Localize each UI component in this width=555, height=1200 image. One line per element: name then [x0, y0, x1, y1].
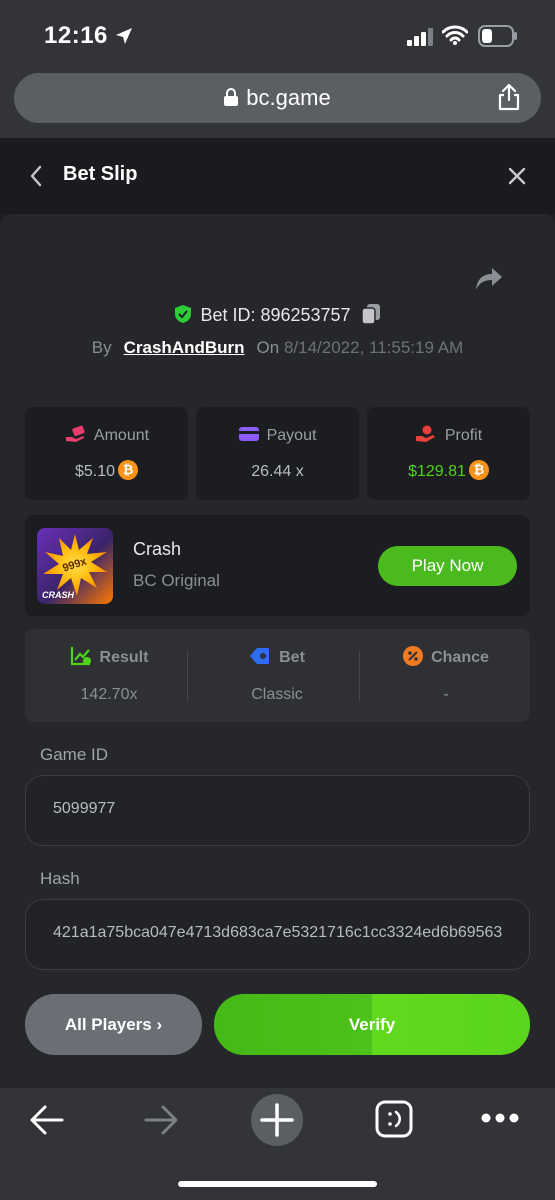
bet-id: Bet ID: 896253757 — [200, 305, 351, 325]
page-title: Bet Slip — [63, 163, 138, 185]
battery-icon — [478, 25, 517, 47]
profit-label: Profit — [444, 427, 483, 444]
payout-label: Payout — [266, 427, 317, 444]
cellular-signal-icon — [407, 28, 433, 46]
bitcoin-icon: ₿ — [468, 460, 489, 481]
status-time: 12:16 — [44, 22, 108, 49]
lock-icon — [224, 88, 239, 107]
game-subtitle: BC Original — [133, 571, 220, 590]
percent-icon — [403, 646, 424, 667]
result-label: Result — [99, 649, 149, 666]
result-panel: Result 142.70x Bet Classic Chance - — [25, 629, 530, 722]
profit-hand-icon — [415, 425, 435, 443]
profit-value: $129.81 — [408, 463, 466, 480]
forward-arrow-icon[interactable] — [142, 1102, 180, 1138]
location-arrow-icon — [116, 28, 132, 44]
bet-tag-icon — [250, 648, 270, 665]
thumb-title: CRASH — [42, 590, 75, 600]
play-now-button[interactable]: Play Now — [378, 546, 517, 586]
more-icon[interactable] — [480, 1112, 520, 1124]
back-chevron-icon[interactable] — [28, 164, 44, 188]
browser-top-chrome: 12:16 bc.game — [0, 0, 555, 138]
copy-icon[interactable] — [360, 303, 381, 325]
shield-check-icon — [175, 305, 192, 324]
divider — [187, 651, 188, 701]
username-link[interactable]: CrashAndBurn — [124, 338, 245, 357]
result-value: 142.70x — [80, 686, 138, 703]
chance-value: - — [443, 686, 449, 703]
back-arrow-icon[interactable] — [28, 1102, 66, 1138]
bet-label: Bet — [279, 649, 305, 666]
profit-box: Profit $129.81 ₿ — [367, 407, 530, 500]
chance-column: Chance - — [362, 629, 530, 722]
bet-column: Bet Classic — [193, 629, 361, 722]
new-tab-plus-icon[interactable] — [251, 1094, 303, 1146]
wallet-icon — [238, 427, 259, 442]
on-label: On — [256, 338, 280, 357]
share-icon[interactable] — [497, 83, 521, 111]
game-card: 999x CRASH Crash BC Original Play Now — [25, 515, 530, 616]
bet-value: Classic — [251, 686, 303, 703]
close-icon[interactable] — [507, 166, 527, 186]
all-players-label: All Players — [64, 1015, 152, 1034]
wifi-icon — [442, 25, 468, 45]
share-arrow-icon[interactable] — [474, 266, 504, 292]
bet-date: 8/14/2022, 11:55:19 AM — [283, 338, 464, 357]
game-name: Crash — [133, 539, 182, 559]
url-bar[interactable]: bc.game — [14, 73, 541, 123]
game-id-field[interactable]: 5099977 — [25, 775, 530, 846]
verify-button[interactable]: Verify — [214, 994, 530, 1055]
hash-label: Hash — [40, 869, 80, 888]
hash-value: 421a1a75bca047e4713d683ca7e5321716c1cc33… — [53, 924, 503, 941]
tabs-icon[interactable] — [375, 1100, 413, 1138]
bet-id-row: Bet ID: 896253757 — [0, 303, 555, 326]
home-indicator — [178, 1181, 377, 1187]
divider — [359, 651, 360, 701]
bet-slip-header: Bet Slip — [0, 138, 555, 214]
chance-label: Chance — [431, 649, 489, 666]
game-id-label: Game ID — [40, 745, 109, 764]
amount-label: Amount — [93, 427, 150, 444]
chevron-right-icon: › — [156, 1015, 163, 1034]
amount-box: Amount $5.10 ₿ — [25, 407, 188, 500]
all-players-button[interactable]: All Players › — [25, 994, 202, 1055]
bitcoin-icon: ₿ — [118, 460, 139, 481]
amount-value: $5.10 — [74, 463, 116, 480]
result-chart-icon — [70, 647, 91, 666]
hash-field[interactable]: 421a1a75bca047e4713d683ca7e5321716c1cc33… — [25, 899, 530, 970]
browser-bottom-toolbar — [0, 1088, 555, 1200]
url-text: bc.game — [246, 85, 331, 110]
bet-slip-card: Bet ID: 896253757 By CrashAndBurn On 8/14/… — [0, 214, 555, 1088]
payout-value: 26.44 x — [251, 463, 304, 480]
game-id-value: 5099977 — [53, 800, 116, 817]
game-thumbnail[interactable]: 999x CRASH — [37, 528, 113, 604]
result-column: Result 142.70x — [25, 629, 193, 722]
payout-box: Payout 26.44 x — [196, 407, 359, 500]
money-hand-icon — [65, 425, 85, 443]
by-row: By CrashAndBurn On 8/14/2022, 11:55:19 AM — [0, 338, 555, 358]
by-label: By — [91, 338, 112, 357]
